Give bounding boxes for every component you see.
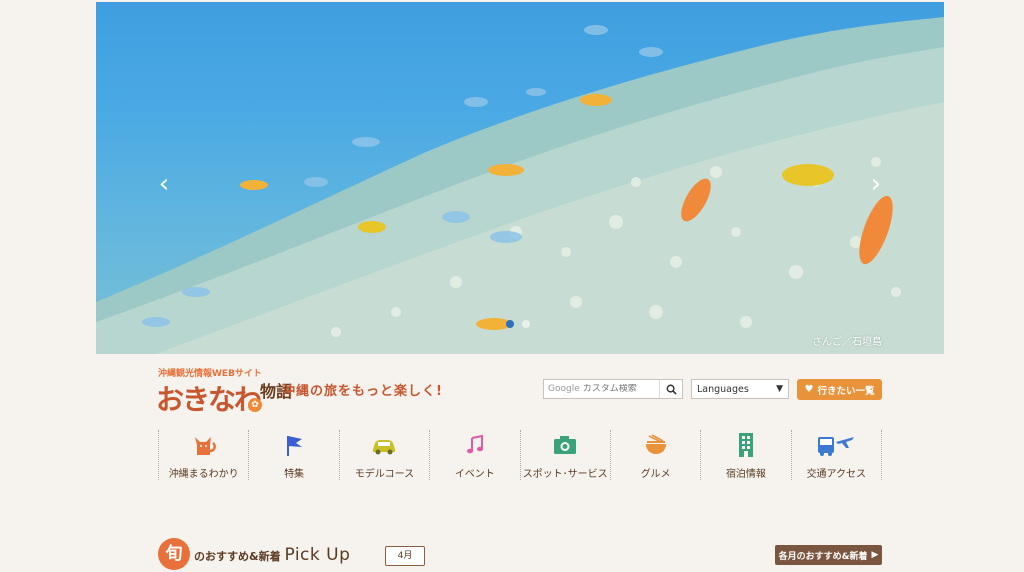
nav-item-features[interactable]: 特集 <box>248 430 338 480</box>
monthly-recommendations-button[interactable]: 各月のおすすめ&新着 ▶ <box>775 545 882 565</box>
nav-label: スポット･サービス <box>522 469 608 480</box>
flag-icon <box>287 436 303 456</box>
search-input[interactable] <box>579 384 659 394</box>
chevron-down-icon: ▼ <box>776 384 783 394</box>
camera-icon <box>554 436 577 454</box>
category-nav: 沖縄まるわかり 特集 モデルコース イベント スポット･サービス グルメ 宿泊情… <box>158 430 882 480</box>
nav-item-spots-services[interactable]: スポット･サービス <box>519 430 610 480</box>
nav-label: 特集 <box>284 469 305 480</box>
wishlist-button[interactable]: ♥ 行きたい一覧 <box>797 379 882 400</box>
slider-next-arrow-icon[interactable]: › <box>864 170 888 198</box>
pickup-heading: のおすすめ&新着 Pick Up <box>194 545 350 565</box>
nav-label: モデルコース <box>354 469 415 480</box>
pickup-heading-ja: のおすすめ&新着 <box>194 550 281 563</box>
slider-prev-arrow-icon[interactable]: ‹ <box>152 170 176 198</box>
nav-label: グルメ <box>640 469 671 480</box>
logo-main-text: おきなわ <box>156 383 262 416</box>
site-logo[interactable]: おきなわ物語 <box>156 378 292 418</box>
language-select-value: Languages <box>697 383 749 395</box>
nav-label: イベント <box>454 469 495 480</box>
seasonal-badge: 旬 <box>158 538 190 570</box>
hibiscus-icon: ✿ <box>248 398 262 412</box>
coral-reef-photo <box>96 17 944 354</box>
hero-slider[interactable]: ‹ › さんご／石垣島 <box>96 2 944 354</box>
google-brand-label: Google <box>548 384 580 394</box>
site-tagline: 沖縄の旅をもっと楽しく! <box>282 384 443 399</box>
noodle-bowl-icon <box>645 434 666 454</box>
month-selector[interactable]: 4月 <box>385 546 425 566</box>
wishlist-label: 行きたい一覧 <box>817 385 875 397</box>
custom-search: Google <box>543 379 683 399</box>
nav-item-events[interactable]: イベント <box>429 430 519 480</box>
nav-item-transport-access[interactable]: 交通アクセス <box>790 430 882 480</box>
slider-dots <box>506 320 530 328</box>
music-note-icon <box>466 434 483 454</box>
bus-plane-icon <box>818 437 855 456</box>
nav-label: 沖縄まるわかり <box>168 469 239 480</box>
search-icon <box>666 384 677 395</box>
nav-item-okinawa-overview[interactable]: 沖縄まるわかり <box>158 430 248 480</box>
building-icon <box>738 433 753 457</box>
slide-caption: さんご／石垣島 <box>812 337 882 348</box>
nav-item-model-course[interactable]: モデルコース <box>338 430 429 480</box>
search-button[interactable] <box>659 380 682 398</box>
heart-icon: ♥ <box>804 384 814 395</box>
car-icon <box>373 440 396 455</box>
nav-item-accommodation[interactable]: 宿泊情報 <box>700 430 790 480</box>
pickup-heading-en: Pick Up <box>284 545 351 565</box>
monthly-recommendations-label: 各月のおすすめ&新着 <box>778 551 868 562</box>
slider-dot-1[interactable] <box>506 320 514 328</box>
chevron-right-icon: ▶ <box>871 550 879 560</box>
cat-icon <box>194 437 216 455</box>
nav-label: 交通アクセス <box>806 469 867 480</box>
language-select[interactable]: Languages ▼ <box>691 379 789 399</box>
nav-label: 宿泊情報 <box>725 469 766 480</box>
slider-dot-2[interactable] <box>522 320 530 328</box>
nav-item-gourmet[interactable]: グルメ <box>609 430 700 480</box>
